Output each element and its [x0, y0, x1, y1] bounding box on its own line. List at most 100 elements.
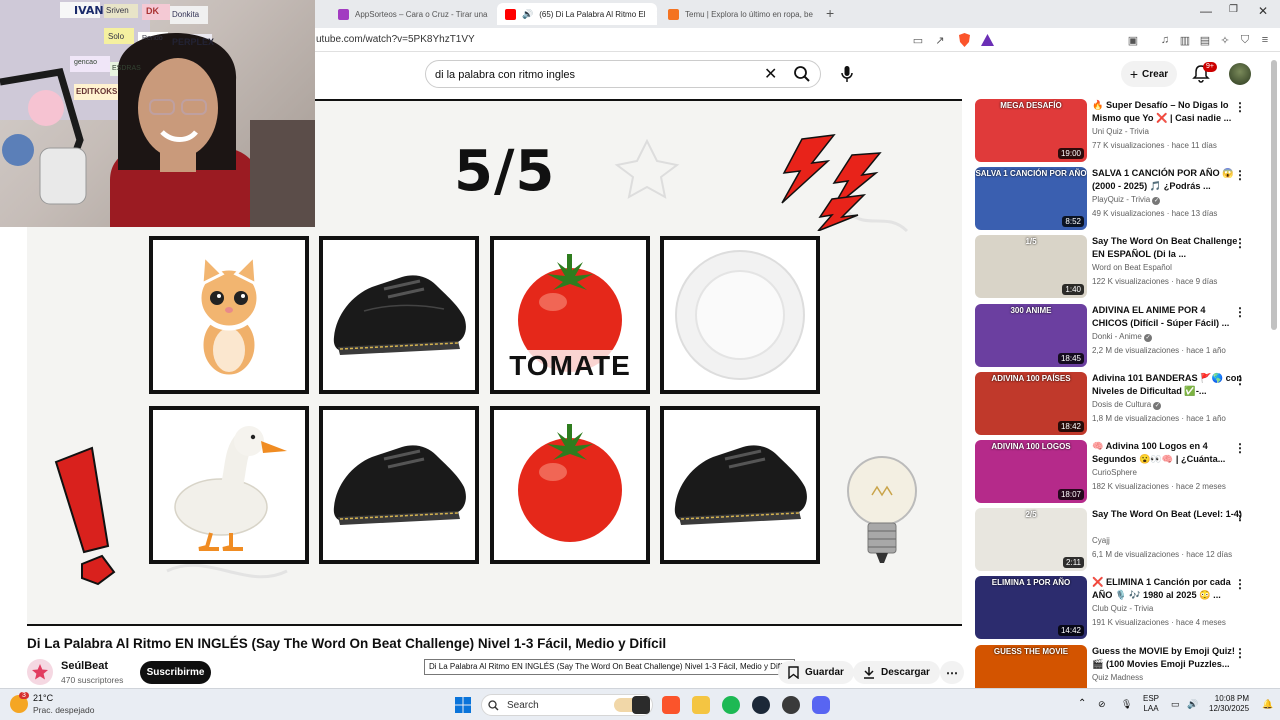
recommendation-item[interactable]: SALVA 1 CANCIÓN POR AÑO 8:52 SALVA 1 CANCI…	[975, 167, 1265, 231]
more-actions-button[interactable]: ⋯	[940, 661, 964, 684]
search-input[interactable]	[435, 66, 755, 84]
close-tab-icon[interactable]: ✕	[655, 8, 657, 21]
wallet-icon[interactable]: ▤	[1198, 33, 1212, 47]
recommendation-title[interactable]: Say The Word On Beat (Level: 1-4)	[1092, 508, 1242, 521]
recommendation-title[interactable]: Adivina 101 BANDERAS 🚩🌎 con Niveles de D…	[1092, 372, 1242, 398]
card-cat	[149, 236, 309, 394]
recommendation-item[interactable]: 2/5 2:11 Say The Word On Beat (Level: 1-4)…	[975, 508, 1265, 572]
leo-ai-icon[interactable]: ✧	[1218, 33, 1232, 47]
thumbnail-text: ELIMINA 1 POR AÑO	[991, 578, 1071, 587]
voice-search-icon[interactable]	[834, 61, 860, 87]
spotify-icon[interactable]	[722, 696, 740, 714]
account-avatar[interactable]	[1229, 63, 1251, 85]
tab-appsorteos[interactable]: AppSorteos – Cara o Cruz - Tirar una	[330, 3, 490, 25]
close-window-icon[interactable]: ✕	[1258, 4, 1268, 18]
new-tab-icon[interactable]: +	[826, 5, 834, 21]
music-icon[interactable]: ♫	[1158, 33, 1172, 47]
tray-mic-icon[interactable]: 🎙	[1121, 699, 1132, 709]
file-explorer-icon[interactable]	[692, 696, 710, 714]
recommendation-item[interactable]: MEGA DESAFÍO 19:00 🔥 Super Desafío – No Di…	[975, 99, 1265, 163]
video-thumbnail[interactable]: ADIVINA 100 PAÍSES 18:42	[975, 372, 1087, 435]
sidebar-toggle-icon[interactable]: ▥	[1178, 33, 1192, 47]
more-options-icon[interactable]: ⋮	[1234, 509, 1246, 523]
video-thumbnail[interactable]: SALVA 1 CANCIÓN POR AÑO 8:52	[975, 167, 1087, 230]
recommendation-channel[interactable]: CurioSphere	[1092, 468, 1137, 477]
more-options-icon[interactable]: ⋮	[1234, 305, 1246, 319]
tray-wifi-off-icon[interactable]: ⊘	[1098, 699, 1106, 709]
cast-icon[interactable]: ▭	[911, 33, 925, 47]
recommendation-title[interactable]: Say The Word On Beat Challenge EN ESPAÑO…	[1092, 235, 1242, 261]
clock[interactable]: 10:08 PM 12/30/2025	[1209, 694, 1249, 714]
tray-overflow-icon[interactable]: ⌃	[1078, 699, 1086, 709]
video-thumbnail[interactable]: MEGA DESAFÍO 19:00	[975, 99, 1087, 162]
tab-label: AppSorteos – Cara o Cruz - Tirar una	[355, 9, 488, 19]
recommendation-channel[interactable]: Donki - Anime ✓	[1092, 332, 1153, 342]
scrollbar[interactable]	[1271, 60, 1277, 330]
recommendation-item[interactable]: ADIVINA 100 LOGOS 18:07 🧠 Adivina 100 Logo…	[975, 440, 1265, 504]
subscribe-button[interactable]: Suscribirme	[140, 661, 211, 684]
minimize-icon[interactable]: —	[1200, 4, 1212, 18]
recommendation-title[interactable]: 🧠 Adivina 100 Logos en 4 Segundos 😮👀🧠 | …	[1092, 440, 1242, 466]
recommendation-item[interactable]: ADIVINA 100 PAÍSES 18:42 Adivina 101 BANDE…	[975, 372, 1265, 436]
more-options-icon[interactable]: ⋮	[1234, 373, 1246, 387]
windows-start-icon[interactable]	[455, 697, 471, 713]
channel-avatar[interactable]	[27, 659, 53, 685]
volume-icon[interactable]: 🔊	[1187, 699, 1198, 709]
video-duration: 14:42	[1057, 625, 1084, 636]
video-thumbnail[interactable]: ELIMINA 1 POR AÑO 14:42	[975, 576, 1087, 639]
create-button[interactable]: + Crear	[1121, 61, 1177, 87]
save-button[interactable]: Guardar	[778, 661, 854, 684]
share-icon[interactable]: ↗	[933, 33, 947, 47]
vpn-icon[interactable]: ⛉	[1238, 33, 1252, 47]
download-button[interactable]: Descargar	[853, 661, 940, 684]
more-options-icon[interactable]: ⋮	[1234, 100, 1246, 114]
recommendation-title[interactable]: 🔥 Super Desafío – No Digas lo Mismo que …	[1092, 99, 1242, 125]
taskbar-search[interactable]: Search	[481, 694, 653, 716]
recommendation-channel[interactable]: Word on Beat Español	[1092, 263, 1172, 272]
clear-search-icon[interactable]: ✕	[764, 64, 777, 84]
tab-temu[interactable]: Temu | Explora lo último en ropa, be	[660, 3, 820, 25]
video-thumbnail[interactable]: ADIVINA 100 LOGOS 18:07	[975, 440, 1087, 503]
more-options-icon[interactable]: ⋮	[1234, 236, 1246, 250]
more-options-icon[interactable]: ⋮	[1234, 168, 1246, 182]
recommendation-channel[interactable]: Club Quiz - Trivia	[1092, 604, 1153, 613]
recommendation-item[interactable]: ELIMINA 1 POR AÑO 14:42 ❌ ELIMINA 1 Canció…	[975, 576, 1265, 640]
sidebar-panel-icon[interactable]: ▣	[1126, 33, 1140, 47]
recommendation-title[interactable]: Guess the MOVIE by Emoji Quiz! 🎬 (100 Mo…	[1092, 645, 1242, 671]
recommendation-item[interactable]: 300 ANIME 18:45 ADIVINA EL ANIME POR 4 CHI…	[975, 304, 1265, 368]
recommendation-item[interactable]: 1/5 1:40 Say The Word On Beat Challenge EN…	[975, 235, 1265, 299]
brave-rewards-icon[interactable]	[980, 33, 994, 47]
recommendation-channel[interactable]: Cyajj	[1092, 536, 1110, 545]
more-options-icon[interactable]: ⋮	[1234, 441, 1246, 455]
video-thumbnail[interactable]: 2/5 2:11	[975, 508, 1087, 571]
recommendation-channel[interactable]: PlayQuiz - Trivia ✓	[1092, 195, 1161, 205]
channel-name[interactable]: SeúlBeat	[61, 660, 108, 672]
discord-icon[interactable]	[812, 696, 830, 714]
more-options-icon[interactable]: ⋮	[1234, 646, 1246, 660]
more-options-icon[interactable]: ⋮	[1234, 577, 1246, 591]
url-field[interactable]: utube.com/watch?v=5PK8YhzT1VY	[316, 34, 475, 45]
recommendation-channel[interactable]: Uni Quiz - Trivia	[1092, 127, 1149, 136]
video-thumbnail[interactable]: 1/5 1:40	[975, 235, 1087, 298]
recommendation-channel[interactable]: Quiz Madness	[1092, 673, 1143, 682]
tab-youtube-active[interactable]: 🔊 (65) Di La Palabra Al Ritmo El ✕	[497, 3, 657, 25]
recommendation-title[interactable]: SALVA 1 CANCIÓN POR AÑO 😱 (2000 - 2025) …	[1092, 167, 1242, 193]
recommendation-channel-name: Word on Beat Español	[1092, 263, 1172, 272]
brave-shield-icon[interactable]	[957, 33, 971, 47]
recommendation-title[interactable]: ADIVINA EL ANIME POR 4 CHICOS (Difícil -…	[1092, 304, 1242, 330]
brave-browser-icon[interactable]	[662, 696, 680, 714]
task-view-icon[interactable]	[632, 696, 650, 714]
menu-icon[interactable]: ≡	[1258, 33, 1272, 47]
appsorteos-icon	[338, 8, 349, 20]
recommendation-channel[interactable]: Dosis de Cultura ✓	[1092, 400, 1162, 410]
recommendation-meta: 122 K visualizaciones · hace 9 días	[1092, 277, 1218, 286]
input-language[interactable]: ESP LAA	[1143, 694, 1159, 714]
obs-icon[interactable]	[782, 696, 800, 714]
video-thumbnail[interactable]: 300 ANIME 18:45	[975, 304, 1087, 367]
search-icon[interactable]	[793, 65, 811, 83]
steam-icon[interactable]	[752, 696, 770, 714]
network-icon[interactable]: ▭	[1171, 699, 1180, 709]
recommendation-title[interactable]: ❌ ELIMINA 1 Canción por cada AÑO 🎙️ 🎶 19…	[1092, 576, 1242, 602]
restore-icon[interactable]: ❐	[1229, 4, 1238, 15]
notification-center-icon[interactable]: 🔔	[1262, 699, 1273, 709]
